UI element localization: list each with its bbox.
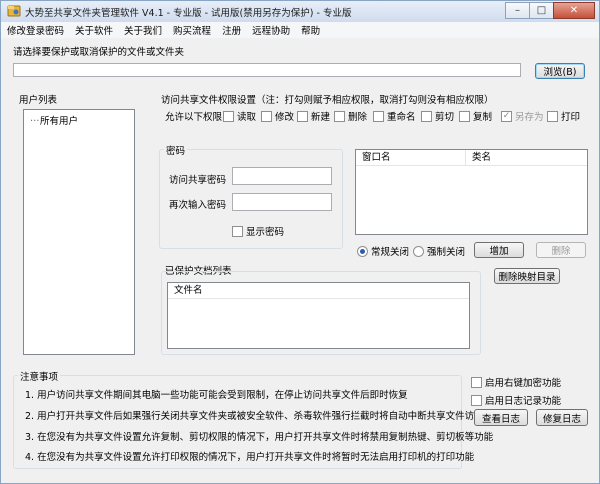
protected-docs-list[interactable]: 文件名 [167,282,470,349]
user-list[interactable]: … 所有用户 [23,109,135,355]
view-log-button[interactable]: 查看日志 [474,409,528,426]
checkbox-icon [232,225,243,237]
checkbox-icon [471,394,482,406]
checkbox-icon [261,110,272,122]
window-class-list[interactable]: 窗口名 类名 [355,149,588,235]
radio-icon [357,245,368,257]
confirm-password-label: 再次输入密码 [169,200,227,211]
checkbox-icon [223,110,234,122]
window-class-header: 窗口名 类名 [356,150,587,166]
menu-remote-assist[interactable]: 远程协助 [252,23,290,37]
note-line: 3. 在您没有为共享文件设置允许复制、剪切权限的情况下，用户打开共享文件时将禁用… [25,432,494,443]
menu-bar: 修改登录密码 关于软件 关于我们 购买流程 注册 远程协助 帮助 [1,22,599,38]
close-button[interactable]: ✕ [553,2,595,19]
user-list-item[interactable]: 所有用户 [40,113,78,127]
access-password-input[interactable] [232,167,332,185]
confirm-password-input[interactable] [232,193,332,211]
path-label: 请选择要保护或取消保护的文件或文件夹 [13,47,185,58]
tree-connector: … [30,113,40,124]
enable-encrypt-checkbox[interactable]: 启用右键加密功能 [471,375,561,389]
window-title: 大势至共享文件夹管理软件 V4.1 - 专业版 - 试用版(禁用另存为保护) -… [25,8,352,19]
notes-title: 注意事项 [18,369,61,383]
repair-log-button[interactable]: 修复日志 [536,409,588,426]
browse-button[interactable]: 浏览(B) [535,63,585,79]
perm-rename-checkbox[interactable]: 重命名 [373,109,416,123]
radio-force-close[interactable]: 强制关闭 [413,244,465,258]
perm-delete-checkbox[interactable]: 删除 [334,109,367,123]
allow-permissions-label: 允许以下权限 [165,112,223,123]
checkbox-icon [459,110,470,122]
check-mark-icon: ✓ [501,110,512,122]
perm-print-checkbox[interactable]: 打印 [547,109,580,123]
user-list-title: 用户列表 [19,95,58,106]
perm-read-checkbox[interactable]: 读取 [223,109,256,123]
delete-mapping-button[interactable]: 删除映射目录 [494,268,560,284]
password-group-title: 密码 [164,143,188,157]
note-line: 1. 用户访问共享文件期间其电脑一些功能可能会受到限制，在停止访问共享文件后即时… [25,390,408,401]
enable-log-checkbox[interactable]: 启用日志记录功能 [471,393,561,407]
path-field[interactable] [13,63,521,77]
menu-change-password[interactable]: 修改登录密码 [7,23,64,37]
main-window: 大势至共享文件夹管理软件 V4.1 - 专业版 - 试用版(禁用另存为保护) -… [0,0,600,484]
radio-icon [413,245,424,257]
add-button[interactable]: 增加 [474,242,524,258]
show-password-checkbox[interactable]: 显示密码 [232,224,284,238]
note-line: 4. 在您没有为共享文件设置允许打印权限的情况下，用户打开共享文件时将暂时无法启… [25,452,475,463]
checkbox-icon [297,110,308,122]
maximize-button[interactable]: □ [529,2,554,19]
app-icon [7,5,21,17]
title-bar: 大势至共享文件夹管理软件 V4.1 - 专业版 - 试用版(禁用另存为保护) -… [1,1,599,22]
column-window-name[interactable]: 窗口名 [356,150,466,165]
perm-save-as-checkbox: ✓ 另存为 [501,110,544,123]
column-class-name[interactable]: 类名 [466,150,587,165]
menu-help[interactable]: 帮助 [301,23,320,37]
menu-purchase[interactable]: 购买流程 [173,23,211,37]
perm-create-checkbox[interactable]: 新建 [297,109,330,123]
menu-register[interactable]: 注册 [222,23,241,37]
perm-copy-checkbox[interactable]: 复制 [459,109,492,123]
checkbox-icon [547,110,558,122]
checkbox-icon [373,110,384,122]
minimize-button[interactable]: – [505,2,530,19]
access-password-label: 访问共享密码 [169,175,227,186]
note-line: 2. 用户打开共享文件后如果强行关闭共享文件夹或被安全软件、杀毒软件强行拦截时将… [25,411,484,422]
permissions-title: 访问共享文件权限设置（注：打勾则赋予相应权限，取消打勾则没有相应权限） [161,95,494,106]
perm-cut-checkbox[interactable]: 剪切 [421,109,454,123]
perm-modify-checkbox[interactable]: 修改 [261,109,294,123]
delete-button: 删除 [536,242,586,258]
protected-docs-header: 文件名 [168,283,469,299]
column-file-name[interactable]: 文件名 [168,283,469,298]
radio-normal-close[interactable]: 常规关闭 [357,244,409,258]
menu-about-software[interactable]: 关于软件 [75,23,113,37]
menu-about-us[interactable]: 关于我们 [124,23,162,37]
checkbox-icon [421,110,432,122]
checkbox-icon [471,376,482,388]
checkbox-icon [334,110,345,122]
